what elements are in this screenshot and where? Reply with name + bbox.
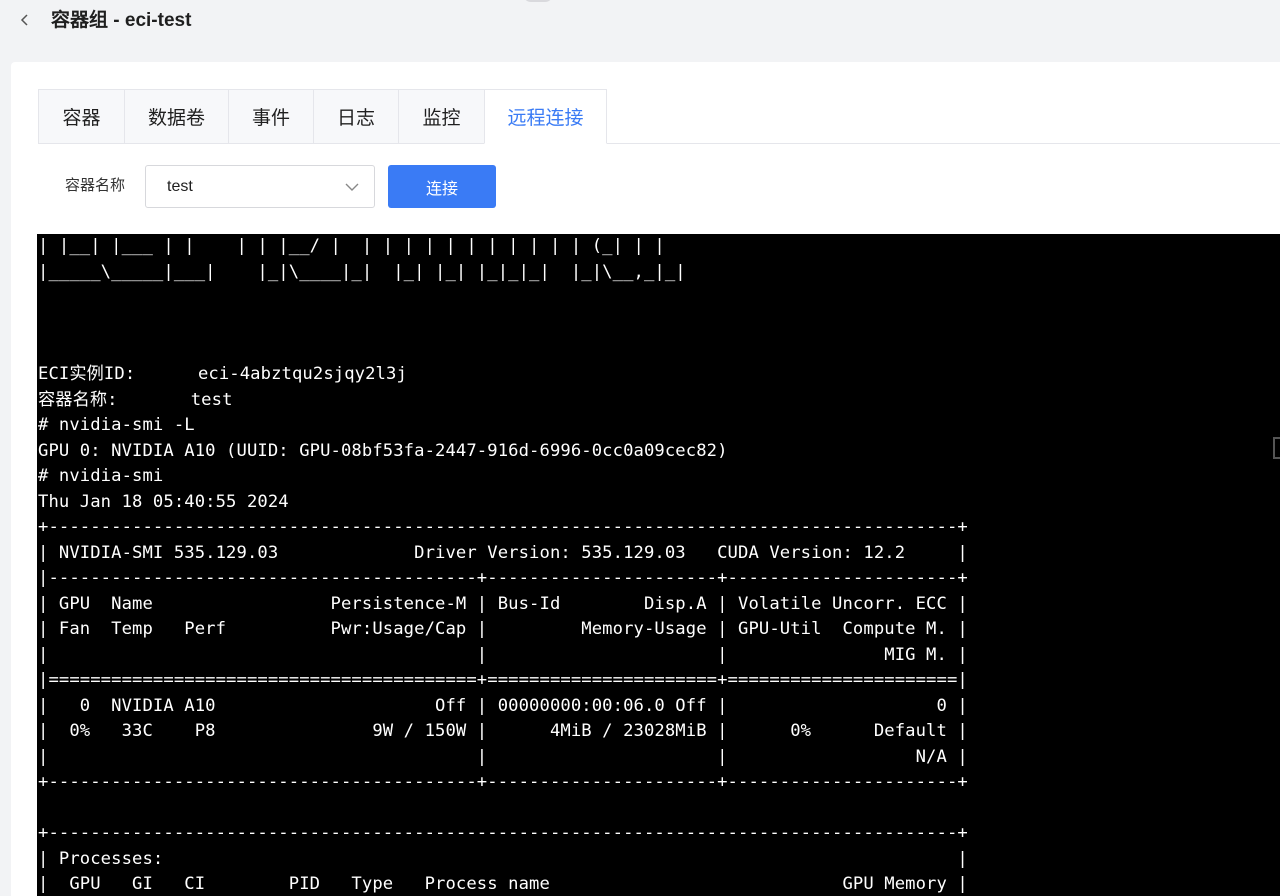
select-value: test — [167, 178, 193, 195]
container-name-label: 容器名称 — [65, 177, 126, 194]
tab-remote-connection[interactable]: 远程连接 — [484, 89, 607, 144]
tab-divider — [38, 143, 1280, 144]
tab-volumes[interactable]: 数据卷 — [124, 89, 228, 144]
tab-containers[interactable]: 容器 — [38, 89, 124, 144]
page-title: 容器组 - eci-test — [51, 10, 192, 31]
tab-events[interactable]: 事件 — [228, 89, 313, 144]
chevron-left-icon[interactable] — [17, 12, 33, 28]
chevron-down-icon — [345, 183, 359, 191]
tab-logs[interactable]: 日志 — [313, 89, 398, 144]
terminal-output: ECI实例ID: eci-4abztqu2sjqy2l3j 容器名称: test… — [38, 364, 968, 894]
top-bar: 容器组 - eci-test — [0, 0, 1280, 44]
scrollbar-handle[interactable] — [1273, 437, 1280, 459]
tab-bar: 容器 数据卷 事件 日志 监控 远程连接 — [38, 89, 607, 144]
tab-monitoring[interactable]: 监控 — [398, 89, 484, 144]
connect-button[interactable]: 连接 — [388, 165, 496, 208]
terminal[interactable]: | |__| |___ | | | | |__/ | | | | | | | |… — [37, 234, 1280, 896]
terminal-banner: | |__| |___ | | | | |__/ | | | | | | | |… — [38, 236, 686, 282]
container-name-select[interactable]: test — [145, 165, 375, 208]
